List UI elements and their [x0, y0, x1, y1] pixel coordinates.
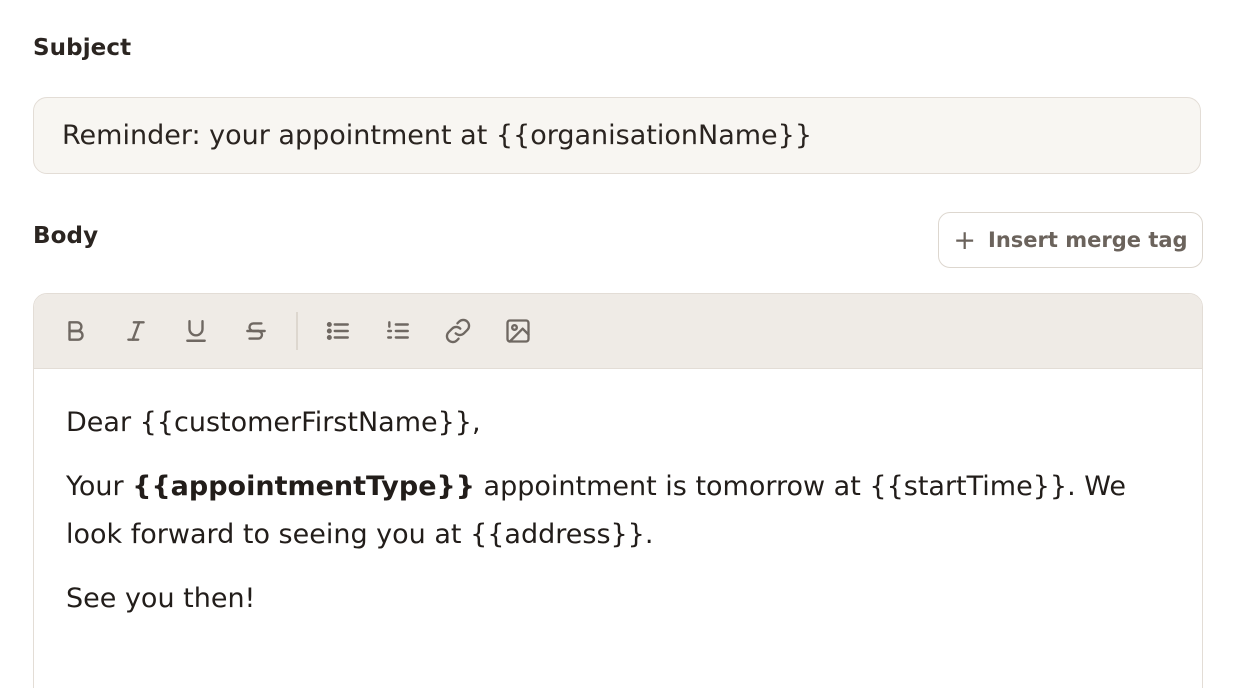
insert-merge-tag-button[interactable]: + Insert merge tag: [938, 212, 1203, 268]
bold-icon[interactable]: [56, 311, 96, 351]
appointment-type-tag: {{appointmentType}}: [132, 471, 475, 502]
editor-content[interactable]: Dear {{customerFirstName}}, Your {{appoi…: [34, 369, 1202, 623]
image-icon[interactable]: [498, 311, 538, 351]
subject-input[interactable]: [33, 97, 1201, 174]
closing-paragraph: See you then!: [66, 583, 256, 614]
subject-label: Subject: [33, 35, 132, 61]
underline-icon[interactable]: [176, 311, 216, 351]
insert-merge-tag-label: Insert merge tag: [988, 228, 1188, 252]
bulleted-list-icon[interactable]: [318, 311, 358, 351]
main-paragraph: Your {{appointmentType}} appointment is …: [66, 463, 1170, 559]
link-icon[interactable]: [438, 311, 478, 351]
body-label: Body: [33, 223, 99, 249]
greeting-paragraph: Dear {{customerFirstName}},: [66, 407, 481, 438]
strikethrough-icon[interactable]: [236, 311, 276, 351]
plus-icon: +: [953, 224, 977, 256]
email-template-editor: Subject Body + Insert merge tag: [0, 0, 1236, 688]
paragraph-text: Your: [66, 471, 133, 502]
editor-toolbar: [34, 294, 1202, 369]
italic-icon[interactable]: [116, 311, 156, 351]
rich-text-editor: Dear {{customerFirstName}}, Your {{appoi…: [33, 293, 1203, 688]
numbered-list-icon[interactable]: [378, 311, 418, 351]
toolbar-divider: [296, 312, 298, 350]
